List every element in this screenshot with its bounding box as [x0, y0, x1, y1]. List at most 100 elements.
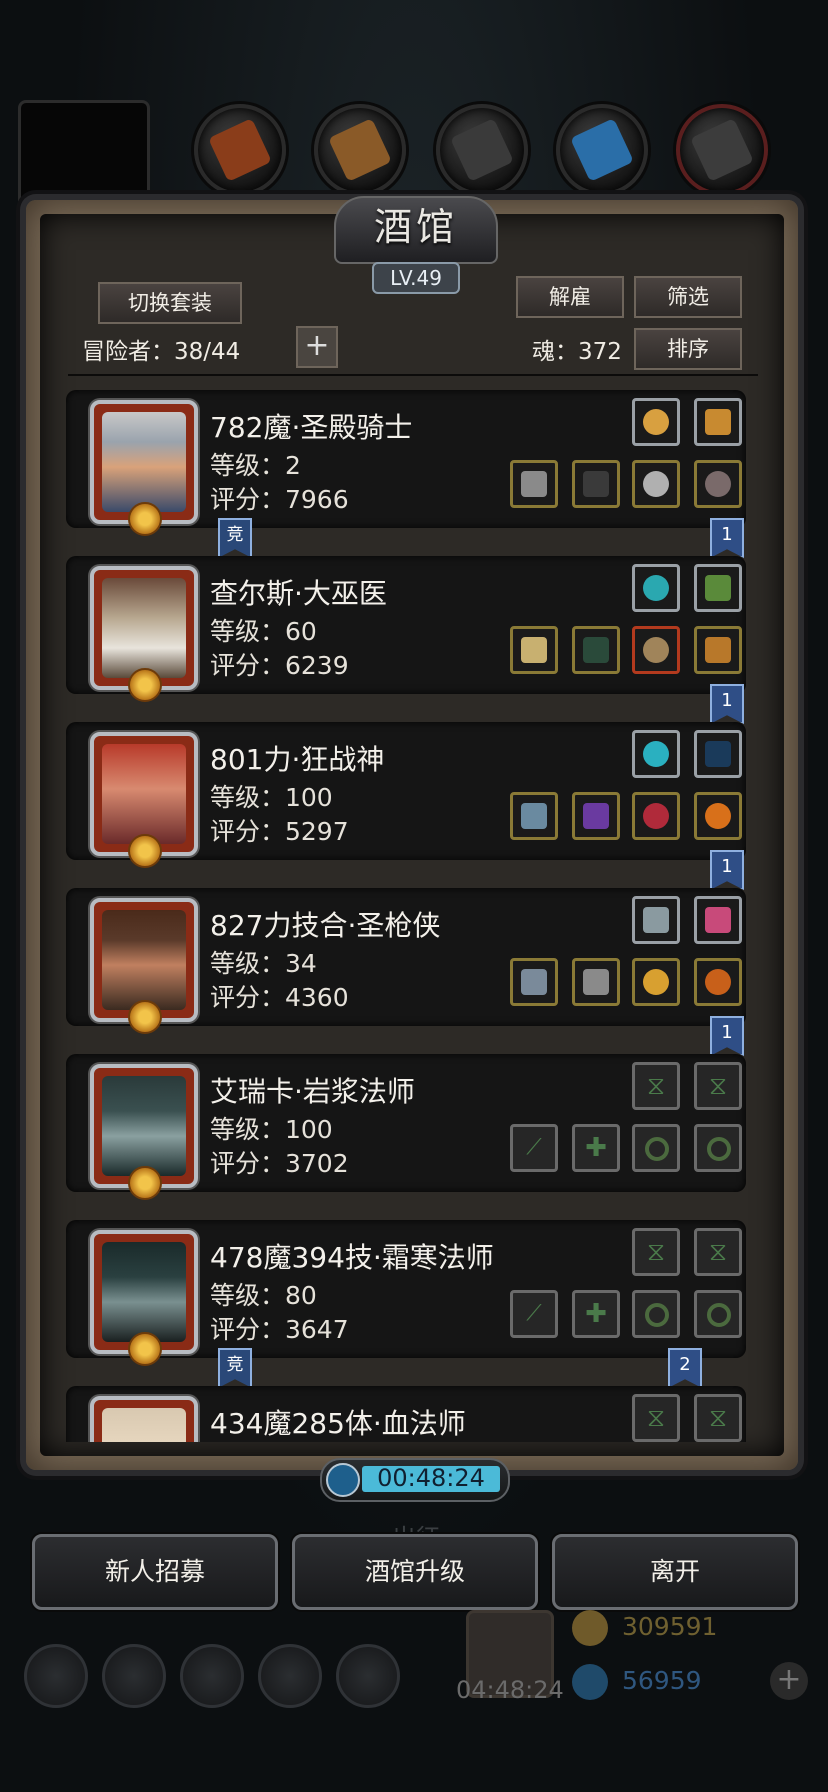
page-title: 酒馆	[373, 205, 458, 249]
amulet-slot-icon[interactable]	[632, 398, 680, 446]
horn-slot-icon[interactable]	[694, 896, 742, 944]
hero-level: 等级：100	[210, 783, 333, 812]
hero-card[interactable]: 434魔285体·血法师 ⧖ ⧖	[66, 1386, 746, 1442]
axe-weapon-icon[interactable]	[510, 792, 558, 840]
witch-doctor-portrait-icon	[102, 578, 186, 678]
emblem-slot-icon[interactable]	[632, 896, 680, 944]
hero-level: 等级：80	[210, 1281, 317, 1310]
ring-slot-icon[interactable]	[694, 460, 742, 508]
hero-card[interactable]: 782魔·圣殿骑士 等级：2 评分：7966	[66, 390, 746, 536]
hero-card[interactable]: 478魔394技·霜寒法师 等级：80 评分：3647 ⧖ ⧖ ⟋ ✚	[66, 1220, 746, 1366]
hero-avatar[interactable]	[90, 566, 198, 702]
empty-armor-slot-icon[interactable]: ✚	[572, 1290, 620, 1338]
empty-accessory-slot-icon[interactable]: ⧖	[694, 1394, 742, 1442]
wood-resource-icon[interactable]	[314, 104, 406, 196]
empty-ring-slot-icon[interactable]	[632, 1124, 680, 1172]
lantern-slot-icon[interactable]	[694, 564, 742, 612]
hero-avatar[interactable]	[90, 1064, 198, 1200]
moon-medal-icon	[128, 1166, 162, 1200]
iron-resource-icon[interactable]	[436, 104, 528, 196]
empty-ring-slot-icon[interactable]	[694, 1290, 742, 1338]
red-orb-icon[interactable]	[632, 792, 680, 840]
hero-level: 等级：60	[210, 617, 317, 646]
hero-card[interactable]: 查尔斯·大巫医 等级：60 评分：6239	[66, 556, 746, 702]
settings-icon[interactable]	[24, 1644, 88, 1708]
hero-avatar[interactable]	[90, 898, 198, 1034]
hero-avatar[interactable]	[90, 400, 198, 536]
empty-accessory-slot-icon[interactable]: ⧖	[632, 1062, 680, 1110]
empty-accessory-slot-icon[interactable]: ⧖	[694, 1062, 742, 1110]
divider	[68, 374, 758, 376]
tavern-upgrade-button[interactable]: 酒馆升级	[292, 1534, 538, 1610]
gem-amount: 56959	[622, 1666, 702, 1695]
crystal-resource-icon[interactable]	[556, 104, 648, 196]
band-ring-icon[interactable]	[694, 958, 742, 1006]
robe-slot-icon[interactable]	[572, 626, 620, 674]
moon-medal-icon	[128, 668, 162, 702]
empty-ring-slot-icon[interactable]	[694, 1124, 742, 1172]
ruby-ring-icon[interactable]	[694, 792, 742, 840]
hero-score: 评分：6239	[210, 651, 349, 680]
hero-avatar[interactable]	[90, 1396, 198, 1442]
meat-resource-icon[interactable]	[194, 104, 286, 196]
empty-ring-slot-icon[interactable]	[632, 1290, 680, 1338]
soul-count: 魂：372	[532, 339, 622, 365]
star-icon[interactable]	[102, 1644, 166, 1708]
whip-slot-icon[interactable]	[694, 730, 742, 778]
hero-list[interactable]: 782魔·圣殿骑士 等级：2 评分：7966 竞 1 查尔斯·大巫医 等级：60…	[66, 386, 766, 1442]
dismiss-button[interactable]: 解雇	[516, 276, 624, 318]
hero-card[interactable]: 艾瑞卡·岩浆法师 等级：100 评分：3702 ⧖ ⧖ ⟋ ✚	[66, 1054, 746, 1200]
add-currency-button[interactable]: +	[770, 1662, 808, 1700]
staff-weapon-icon[interactable]	[510, 626, 558, 674]
lance-weapon-icon[interactable]	[510, 958, 558, 1006]
bracer-slot-icon[interactable]	[694, 626, 742, 674]
switch-outfit-button[interactable]: 切换套装	[98, 282, 242, 324]
team-tag: 1	[710, 850, 744, 890]
hero-name: 782魔·圣殿骑士	[210, 411, 413, 444]
hero-level: 等级：100	[210, 1115, 333, 1144]
add-slot-button[interactable]: +	[296, 326, 338, 368]
team-tag: 2	[668, 1348, 702, 1388]
hero-avatar[interactable]	[90, 1230, 198, 1366]
gold-ring-icon[interactable]	[632, 958, 680, 1006]
gem-slot-icon[interactable]	[632, 564, 680, 612]
team-tag: 1	[710, 1016, 744, 1056]
recruit-button[interactable]: 新人招募	[32, 1534, 278, 1610]
armor-slot-icon[interactable]	[572, 460, 620, 508]
sort-button[interactable]: 排序	[634, 328, 742, 370]
charm-slot-icon[interactable]	[632, 460, 680, 508]
guild-icon[interactable]	[180, 1644, 244, 1708]
hero-card[interactable]: 801力·狂战神 等级：100 评分：5297	[66, 722, 746, 868]
empty-weapon-slot-icon[interactable]: ⟋	[510, 1290, 558, 1338]
empty-armor-slot-icon[interactable]: ✚	[572, 1124, 620, 1172]
mail-icon[interactable]	[258, 1644, 322, 1708]
plate-armor-icon[interactable]	[572, 792, 620, 840]
lantern-slot-icon[interactable]	[694, 398, 742, 446]
gift-timer: 04:48:24	[456, 1676, 564, 1704]
gold-amount: 309591	[622, 1612, 718, 1641]
empty-accessory-slot-icon[interactable]: ⧖	[632, 1394, 680, 1442]
moon-medal-icon	[128, 1332, 162, 1366]
trinket-slot-icon[interactable]	[632, 626, 680, 674]
filter-button[interactable]: 筛选	[634, 276, 742, 318]
hero-score: 评分：3647	[210, 1315, 349, 1344]
shield-icon[interactable]	[336, 1644, 400, 1708]
leave-button[interactable]: 离开	[552, 1534, 798, 1610]
team-tag: 1	[710, 684, 744, 724]
knight-portrait-icon	[102, 412, 186, 512]
blue-gem-icon	[572, 1664, 608, 1700]
stone-resource-icon[interactable]	[676, 104, 768, 196]
empty-weapon-slot-icon[interactable]: ⟋	[510, 1124, 558, 1172]
hero-name: 827力技合·圣枪侠	[210, 909, 441, 942]
hero-avatar[interactable]	[90, 732, 198, 868]
potion-slot-icon[interactable]	[632, 730, 680, 778]
frost-mage-portrait-icon	[102, 1242, 186, 1342]
hero-name: 查尔斯·大巫医	[210, 577, 387, 610]
hero-card[interactable]: 827力技合·圣枪侠 等级：34 评分：4360	[66, 888, 746, 1034]
hero-name: 478魔394技·霜寒法师	[210, 1241, 494, 1274]
hammer-weapon-icon[interactable]	[510, 460, 558, 508]
empty-accessory-slot-icon[interactable]: ⧖	[632, 1228, 680, 1276]
skull-armor-icon[interactable]	[572, 958, 620, 1006]
refresh-timer: 00:48:24	[320, 1458, 510, 1502]
empty-accessory-slot-icon[interactable]: ⧖	[694, 1228, 742, 1276]
